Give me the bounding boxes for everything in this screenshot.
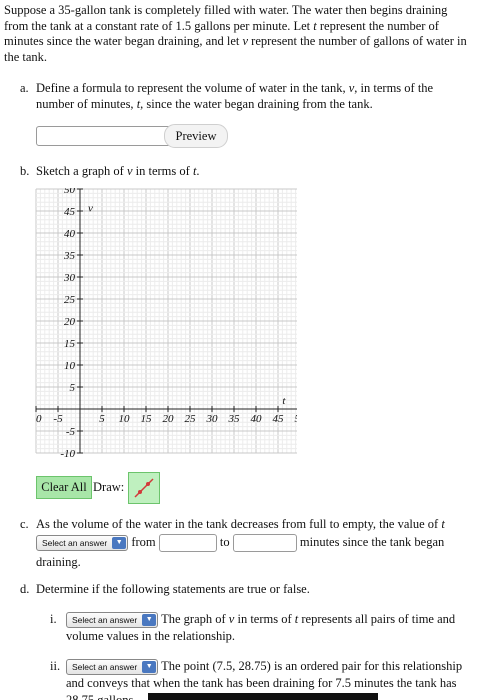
x-axis-label: t <box>282 395 286 407</box>
part-d-label: d. <box>20 582 30 596</box>
y-tick-label: -5 <box>66 426 76 438</box>
intro-line-1: Suppose a 35-gallon tank is completely f… <box>4 3 448 17</box>
part-b-question: b. Sketch a graph of v in terms of t. <box>20 164 200 178</box>
dropdown-arrow-icon: ▼ <box>112 537 127 550</box>
draw-line-tool-button[interactable] <box>128 472 160 504</box>
part-b-label: b. <box>20 164 30 178</box>
cropped-edge <box>148 693 378 700</box>
x-tick-label: 10 <box>119 413 131 425</box>
y-tick-label: 40 <box>64 228 76 240</box>
x-tick-label: 25 <box>185 413 197 425</box>
y-tick-label: 50 <box>64 188 76 196</box>
y-tick-label: -10 <box>60 448 75 460</box>
intro-line-2: from the tank at a constant rate of 1.5 … <box>4 18 439 33</box>
x-tick-label: 50 <box>295 413 298 425</box>
y-tick-label: 5 <box>70 382 76 394</box>
x-tick-label: 10 <box>35 413 42 425</box>
y-tick-label: 30 <box>63 272 76 284</box>
line-segment-icon <box>134 478 154 498</box>
intro-line-4: the tank. <box>4 49 48 64</box>
x-tick-label: 30 <box>206 413 219 425</box>
x-tick-label: 45 <box>273 413 285 425</box>
x-tick-label: 15 <box>141 413 153 425</box>
part-d-question: d. Determine if the following statements … <box>20 582 310 596</box>
y-tick-label: 35 <box>63 250 76 262</box>
x-tick-label: 35 <box>228 413 241 425</box>
part-c-select[interactable]: Select an answer ▼ <box>36 535 129 552</box>
y-tick-label: 45 <box>64 206 76 218</box>
y-tick-label: 15 <box>64 338 76 350</box>
statement-ii-select[interactable]: Select an answer ▼ <box>66 659 159 676</box>
statement-i-select[interactable]: Select an answer ▼ <box>66 612 159 629</box>
formula-answer-input[interactable] <box>36 126 176 146</box>
statement-i: i. Select an answer ▼ The graph of v in te… <box>50 612 456 644</box>
x-tick-label: 20 <box>163 413 175 425</box>
dropdown-arrow-icon: ▼ <box>142 661 157 674</box>
problem-statement: Suppose a 35-gallon tank is completely f… <box>4 3 478 65</box>
part-c-label: c. <box>20 517 29 531</box>
y-tick-label: 25 <box>64 294 76 306</box>
graph-canvas[interactable]: 10 -5 5 10 15 20 25 30 35 40 45 50 50 45 40 35 30 25 20 15 1… <box>35 188 297 470</box>
y-tick-label: 10 <box>64 360 76 372</box>
y-tick-label: 20 <box>64 316 76 328</box>
from-value-input[interactable] <box>158 534 217 553</box>
part-c-question: c. As the volume of the water in the tank… <box>20 517 445 570</box>
statement-ii-cut-text: 28.75 gallons <box>66 693 134 700</box>
preview-button[interactable]: Preview <box>164 124 228 148</box>
clear-all-button[interactable]: Clear All <box>36 476 92 499</box>
to-value-input[interactable] <box>232 534 297 553</box>
x-tick-label: -5 <box>53 413 63 425</box>
part-a-question: a. Define a formula to represent the volu… <box>20 81 434 111</box>
dropdown-arrow-icon: ▼ <box>142 614 157 627</box>
x-tick-label: 40 <box>251 413 263 425</box>
y-axis-label: v <box>88 203 93 215</box>
draw-label: Draw: <box>93 480 125 494</box>
statement-ii: ii. Select an answer ▼ The point (7.5, 28.… <box>50 659 463 691</box>
intro-line-3: minutes since the water began draining, … <box>4 34 467 48</box>
x-tick-label: 5 <box>99 413 105 425</box>
part-a-label: a. <box>20 81 29 95</box>
